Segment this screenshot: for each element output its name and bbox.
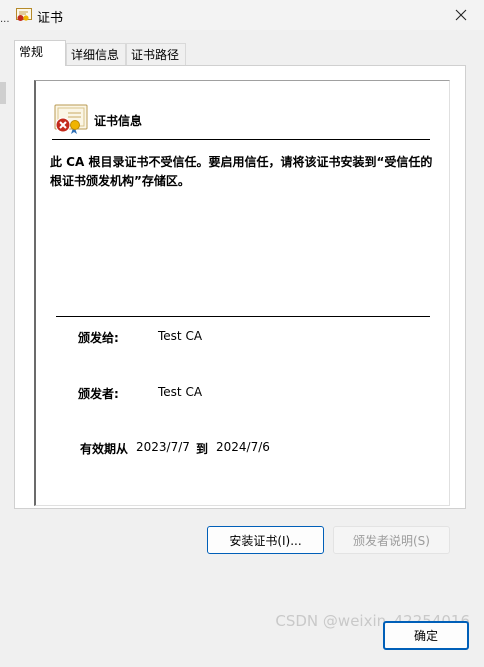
tab-details[interactable]: 详细信息 bbox=[66, 43, 126, 66]
tab-general[interactable]: 常规 bbox=[14, 40, 66, 66]
valid-to-value: 2024/7/6 bbox=[216, 440, 270, 454]
close-button[interactable] bbox=[438, 0, 484, 30]
certificate-dialog: 证书 ... 常规 详细信息 证书路径 证书信息 此 CA 根目录证书不受信任。… bbox=[0, 0, 484, 667]
valid-from-value: 2023/7/7 bbox=[136, 440, 190, 454]
certificate-info-box: 证书信息 此 CA 根目录证书不受信任。要启用信任，请将该证书安装到“受信任的根… bbox=[34, 80, 450, 506]
untrusted-root-warning: 此 CA 根目录证书不受信任。要启用信任，请将该证书安装到“受信任的根证书颁发机… bbox=[50, 155, 433, 188]
ok-button[interactable]: 确定 bbox=[383, 621, 469, 650]
general-tab-panel: 证书信息 此 CA 根目录证书不受信任。要启用信任，请将该证书安装到“受信任的根… bbox=[14, 65, 466, 509]
certificate-error-icon bbox=[54, 103, 88, 135]
background-window-text: ... bbox=[0, 14, 10, 25]
valid-to-label: 到 bbox=[196, 442, 209, 456]
certificate-info-heading: 证书信息 bbox=[94, 114, 143, 128]
issued-to-label: 颁发给: bbox=[78, 331, 119, 345]
install-certificate-button[interactable]: 安装证书(I)... bbox=[207, 526, 324, 554]
tab-certification-path[interactable]: 证书路径 bbox=[126, 43, 186, 66]
validity-label: 有效期从 bbox=[80, 442, 129, 456]
details-divider bbox=[56, 316, 430, 317]
background-window-fragment bbox=[0, 82, 6, 104]
window-title: 证书 bbox=[37, 11, 64, 26]
close-icon bbox=[455, 9, 467, 21]
issued-to-value: Test CA bbox=[158, 329, 203, 343]
certificate-icon bbox=[16, 8, 32, 22]
issued-by-value: Test CA bbox=[158, 385, 203, 399]
issuer-statement-button[interactable]: 颁发者说明(S) bbox=[333, 526, 450, 554]
issued-by-label: 颁发者: bbox=[78, 387, 119, 401]
title-bar: 证书 bbox=[0, 0, 484, 30]
heading-divider bbox=[52, 139, 430, 140]
